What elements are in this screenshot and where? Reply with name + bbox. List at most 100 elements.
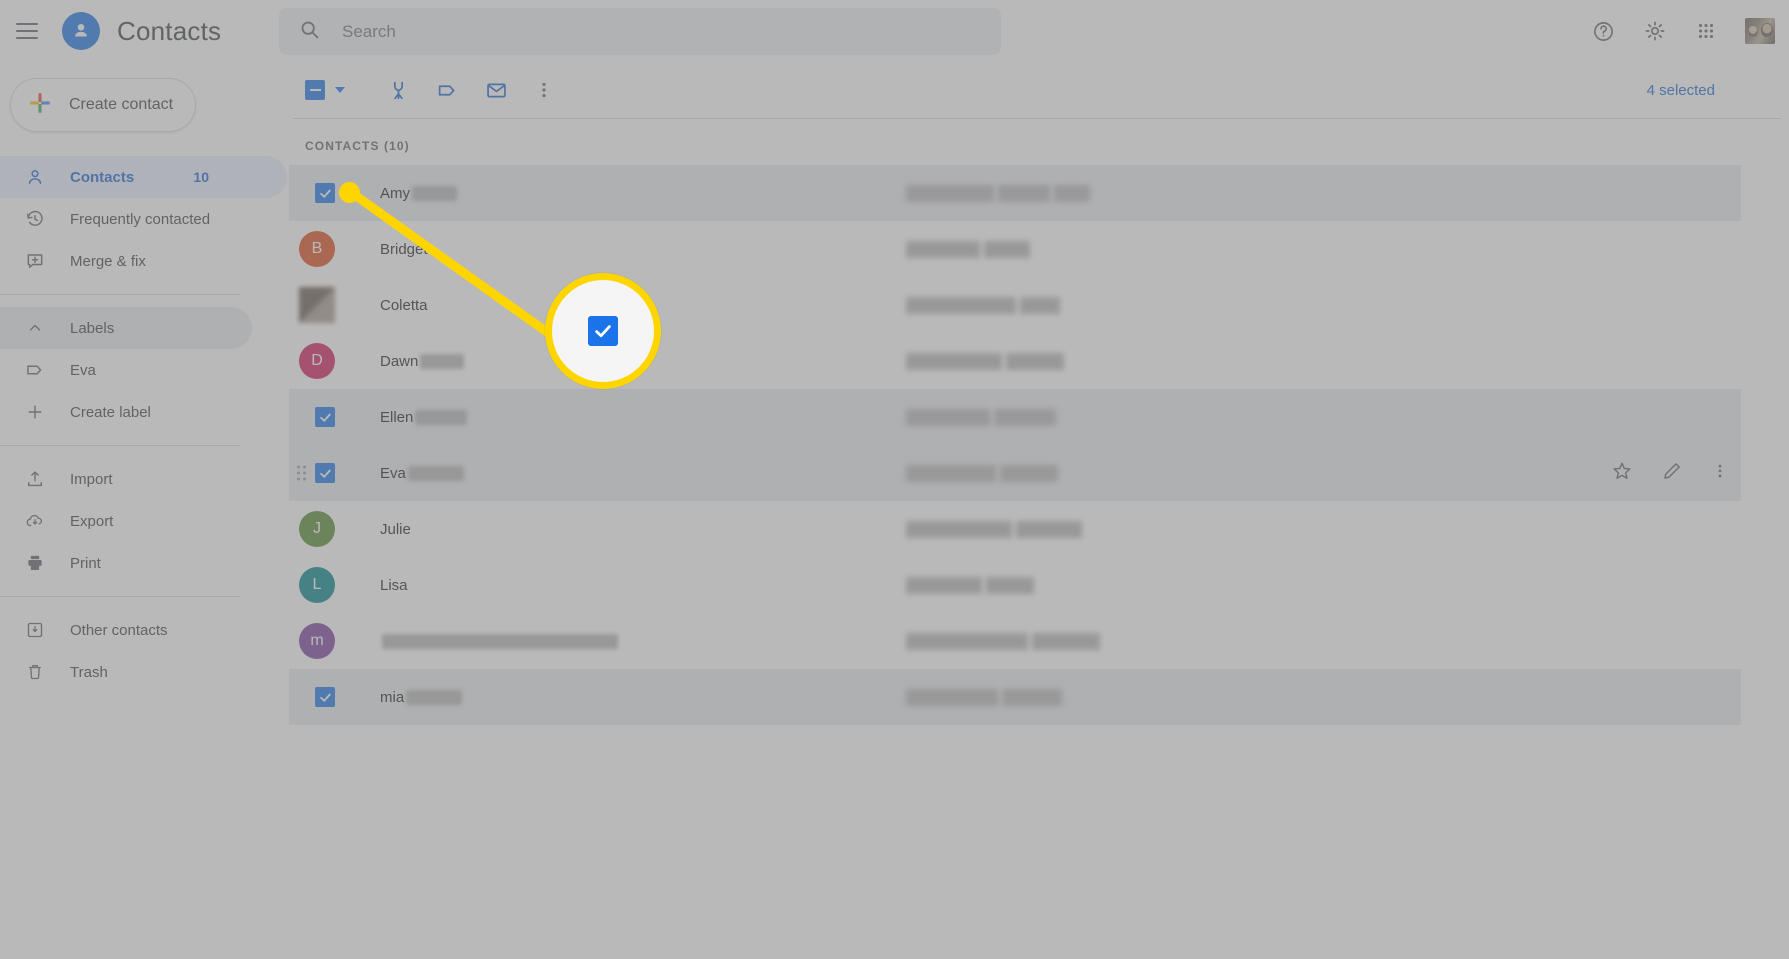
redacted-contact-details (906, 576, 1034, 594)
sidebar-item-label-eva[interactable]: Eva (0, 349, 287, 391)
table-row[interactable]: Eva (289, 445, 1741, 501)
manage-labels-icon[interactable] (436, 79, 459, 102)
row-select-area[interactable] (289, 287, 347, 323)
create-contact-button[interactable]: Create contact (10, 78, 196, 132)
header-actions (1592, 0, 1775, 62)
selected-count-label[interactable]: 4 selected (1647, 82, 1715, 99)
checked-checkbox (588, 316, 618, 346)
contact-name: Lisa (380, 577, 408, 594)
redacted-contact-details (906, 632, 1100, 650)
import-upload-icon (24, 468, 46, 490)
pencil-edit-icon[interactable] (1661, 460, 1683, 487)
redacted-block (1020, 296, 1060, 314)
row-select-area[interactable] (289, 463, 347, 483)
sidebar-item-label: Import (70, 470, 113, 488)
avatar: B (299, 231, 335, 267)
contact-name: Coletta (380, 297, 428, 314)
sidebar-item-count: 10 (193, 169, 209, 185)
help-circle-icon[interactable] (1592, 20, 1615, 43)
sidebar-item-label: Merge & fix (70, 252, 146, 270)
redacted-contact-details (906, 464, 1058, 482)
sidebar-item-merge-and-fix[interactable]: Merge & fix (0, 240, 287, 282)
table-row[interactable]: B Bridget (289, 221, 1741, 277)
drag-handle-icon[interactable] (297, 465, 306, 481)
table-row[interactable]: L Lisa (289, 557, 1741, 613)
sidebar-item-import[interactable]: Import (0, 458, 287, 500)
avatar (299, 287, 335, 323)
user-avatar-photo[interactable] (1745, 18, 1775, 44)
chevron-up-icon (24, 317, 46, 339)
chevron-down-icon[interactable] (335, 87, 345, 93)
table-row[interactable]: m (289, 613, 1741, 669)
row-more-vertical-icon[interactable] (1711, 460, 1729, 487)
table-row[interactable]: J Julie (289, 501, 1741, 557)
sidebar-item-export[interactable]: Export (0, 500, 287, 542)
export-cloud-download-icon (24, 510, 46, 532)
table-row[interactable]: Amy (289, 165, 1741, 221)
row-select-area[interactable] (289, 687, 347, 707)
table-row[interactable]: Ellen (289, 389, 1741, 445)
sidebar-item-other-contacts[interactable]: Other contacts (0, 609, 287, 651)
gear-icon[interactable] (1643, 19, 1667, 43)
row-select-area[interactable]: m (289, 623, 347, 659)
redacted-block (906, 296, 1016, 314)
star-outline-icon[interactable] (1611, 460, 1633, 487)
row-checkbox[interactable] (315, 407, 335, 427)
sidebar-item-print[interactable]: Print (0, 542, 287, 584)
select-all-checkbox[interactable] (305, 80, 345, 100)
row-select-area[interactable]: L (289, 567, 347, 603)
indeterminate-checkbox (305, 80, 325, 100)
redacted-contact-details (906, 240, 1030, 258)
plus-icon (27, 90, 53, 121)
redacted-block (906, 464, 996, 482)
contact-name: Ellen (380, 409, 468, 426)
contact-name-text: Eva (380, 464, 406, 482)
contact-name (380, 633, 618, 649)
row-checkbox[interactable] (315, 463, 335, 483)
contact-name-text: Dawn (380, 352, 419, 370)
callout-origin-dot (339, 182, 360, 203)
hamburger-menu-icon[interactable] (16, 16, 46, 46)
avatar: D (299, 343, 335, 379)
create-contact-label: Create contact (69, 96, 174, 113)
sidebar: Create contact Contacts 10 Frequently co… (0, 62, 287, 959)
redacted-block (906, 520, 1012, 538)
table-row[interactable]: D Dawn (289, 333, 1741, 389)
table-row[interactable]: Coletta (289, 277, 1741, 333)
search-input[interactable] (342, 8, 942, 55)
table-row[interactable]: mia (289, 669, 1741, 725)
row-select-area[interactable]: J (289, 511, 347, 547)
merge-contacts-icon[interactable] (387, 79, 410, 102)
sidebar-divider (0, 294, 240, 295)
row-checkbox[interactable] (315, 687, 335, 707)
person-icon (24, 166, 46, 188)
sidebar-item-trash[interactable]: Trash (0, 651, 287, 693)
redacted-name (406, 689, 463, 705)
apps-grid-icon[interactable] (1695, 20, 1717, 42)
other-contacts-icon (24, 619, 46, 641)
sidebar-item-frequently-contacted[interactable]: Frequently contacted (0, 198, 287, 240)
sidebar-item-labels[interactable]: Labels (0, 307, 252, 349)
row-select-area[interactable]: B (289, 231, 347, 267)
row-select-area[interactable]: D (289, 343, 347, 379)
search-bar[interactable] (279, 8, 1001, 55)
redacted-block (1002, 688, 1062, 706)
search-icon (299, 19, 320, 45)
sidebar-nav: Contacts 10 Frequently contacted Merge &… (0, 156, 287, 693)
row-select-area[interactable] (289, 407, 347, 427)
page-title: Contacts (117, 15, 222, 46)
plus-thin-icon (24, 401, 46, 423)
row-checkbox[interactable] (315, 183, 335, 203)
redacted-contact-details (906, 688, 1062, 706)
sidebar-item-label: Eva (70, 361, 96, 379)
avatar: m (299, 623, 335, 659)
redacted-block (906, 408, 990, 426)
redacted-name (420, 353, 465, 369)
contacts-app: Contacts Search Create contact Contacts … (0, 0, 1789, 959)
toolbar-more-vertical-icon[interactable] (534, 79, 554, 101)
send-email-icon[interactable] (485, 79, 508, 102)
sidebar-item-contacts[interactable]: Contacts 10 (0, 156, 287, 198)
redacted-name (412, 185, 457, 201)
sidebar-item-create-label[interactable]: Create label (0, 391, 287, 433)
main-content: 4 selected CONTACTS (10) Amy B Bridget Cole… (287, 62, 1789, 959)
